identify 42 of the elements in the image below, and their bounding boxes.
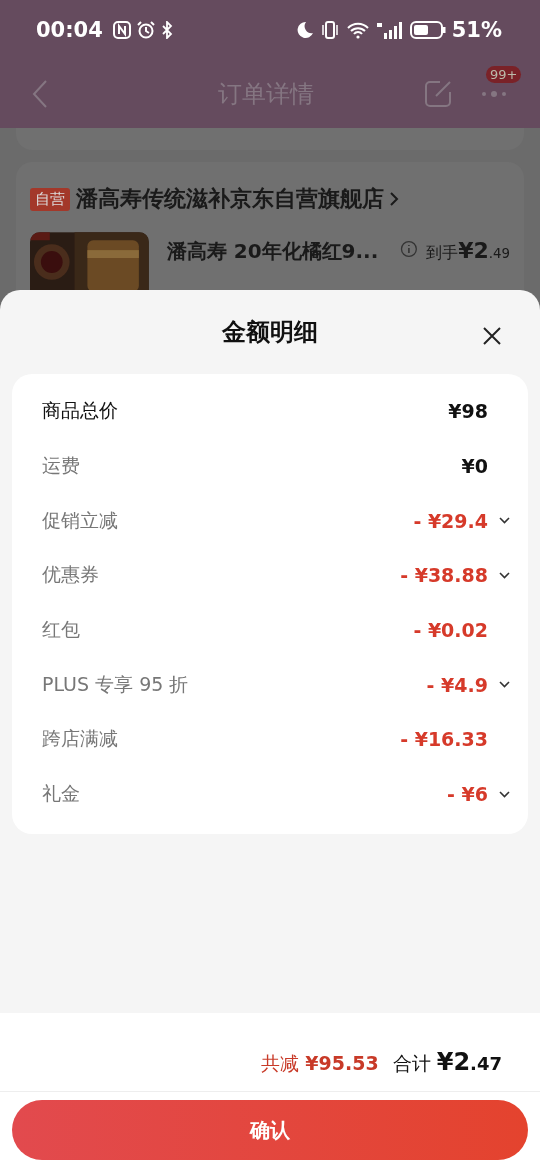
battery-level: 51%	[451, 18, 502, 42]
dropdown-icon[interactable]	[499, 517, 510, 525]
chevron-icon[interactable]	[390, 191, 399, 207]
signal-icon	[375, 21, 404, 39]
fee-label: 红包	[42, 617, 81, 643]
info-icon[interactable]	[400, 240, 419, 258]
confirm-button[interactable]: 确认	[12, 1100, 528, 1160]
notification-badge: 99+	[486, 66, 522, 83]
store-name[interactable]: 潘高寿传统滋补京东自营旗舰店	[76, 184, 384, 214]
status-time: 00:04	[36, 18, 103, 42]
fee-amount: ¥98	[448, 400, 488, 423]
fee-amount: - ¥29.4	[413, 509, 488, 532]
fee-label: 商品总价	[42, 398, 119, 424]
total-amount: 合计 ¥2.47	[392, 1048, 502, 1077]
fee-amount: - ¥6	[447, 783, 488, 806]
fee-amount: - ¥38.88	[400, 564, 488, 587]
store-badge: 自营	[30, 187, 70, 211]
fee-label: 跨店满减	[42, 726, 119, 752]
bluetooth-icon	[160, 21, 173, 39]
fee-amount: - ¥0.02	[413, 619, 488, 642]
close-icon[interactable]	[482, 326, 502, 346]
fee-label: 促销立减	[42, 507, 119, 533]
fee-label: 运费	[42, 453, 81, 479]
dropdown-icon[interactable]	[499, 681, 510, 689]
fee-amount: - ¥4.9	[426, 673, 488, 696]
fee-label: 礼金	[42, 781, 81, 807]
dropdown-icon[interactable]	[499, 571, 510, 579]
final-price: 到手¥2.49	[426, 238, 510, 264]
wifi-icon	[345, 21, 370, 39]
alarm-icon	[136, 21, 155, 39]
dropdown-icon[interactable]	[499, 790, 510, 798]
sheet-title: 金额明细	[222, 317, 318, 348]
total-discount: 共减 ¥95.53	[261, 1051, 379, 1076]
battery-icon	[409, 21, 446, 39]
product-name[interactable]: 潘高寿 20年化橘红9...	[166, 238, 393, 265]
moon-icon	[295, 21, 314, 39]
fee-label: PLUS 专享 95 折	[42, 671, 190, 697]
vibrate-icon	[319, 21, 340, 39]
nfc-icon	[112, 21, 131, 39]
fee-amount: ¥0	[461, 455, 488, 478]
fee-label: 优惠券	[42, 562, 100, 588]
fee-amount: - ¥16.33	[400, 728, 488, 751]
